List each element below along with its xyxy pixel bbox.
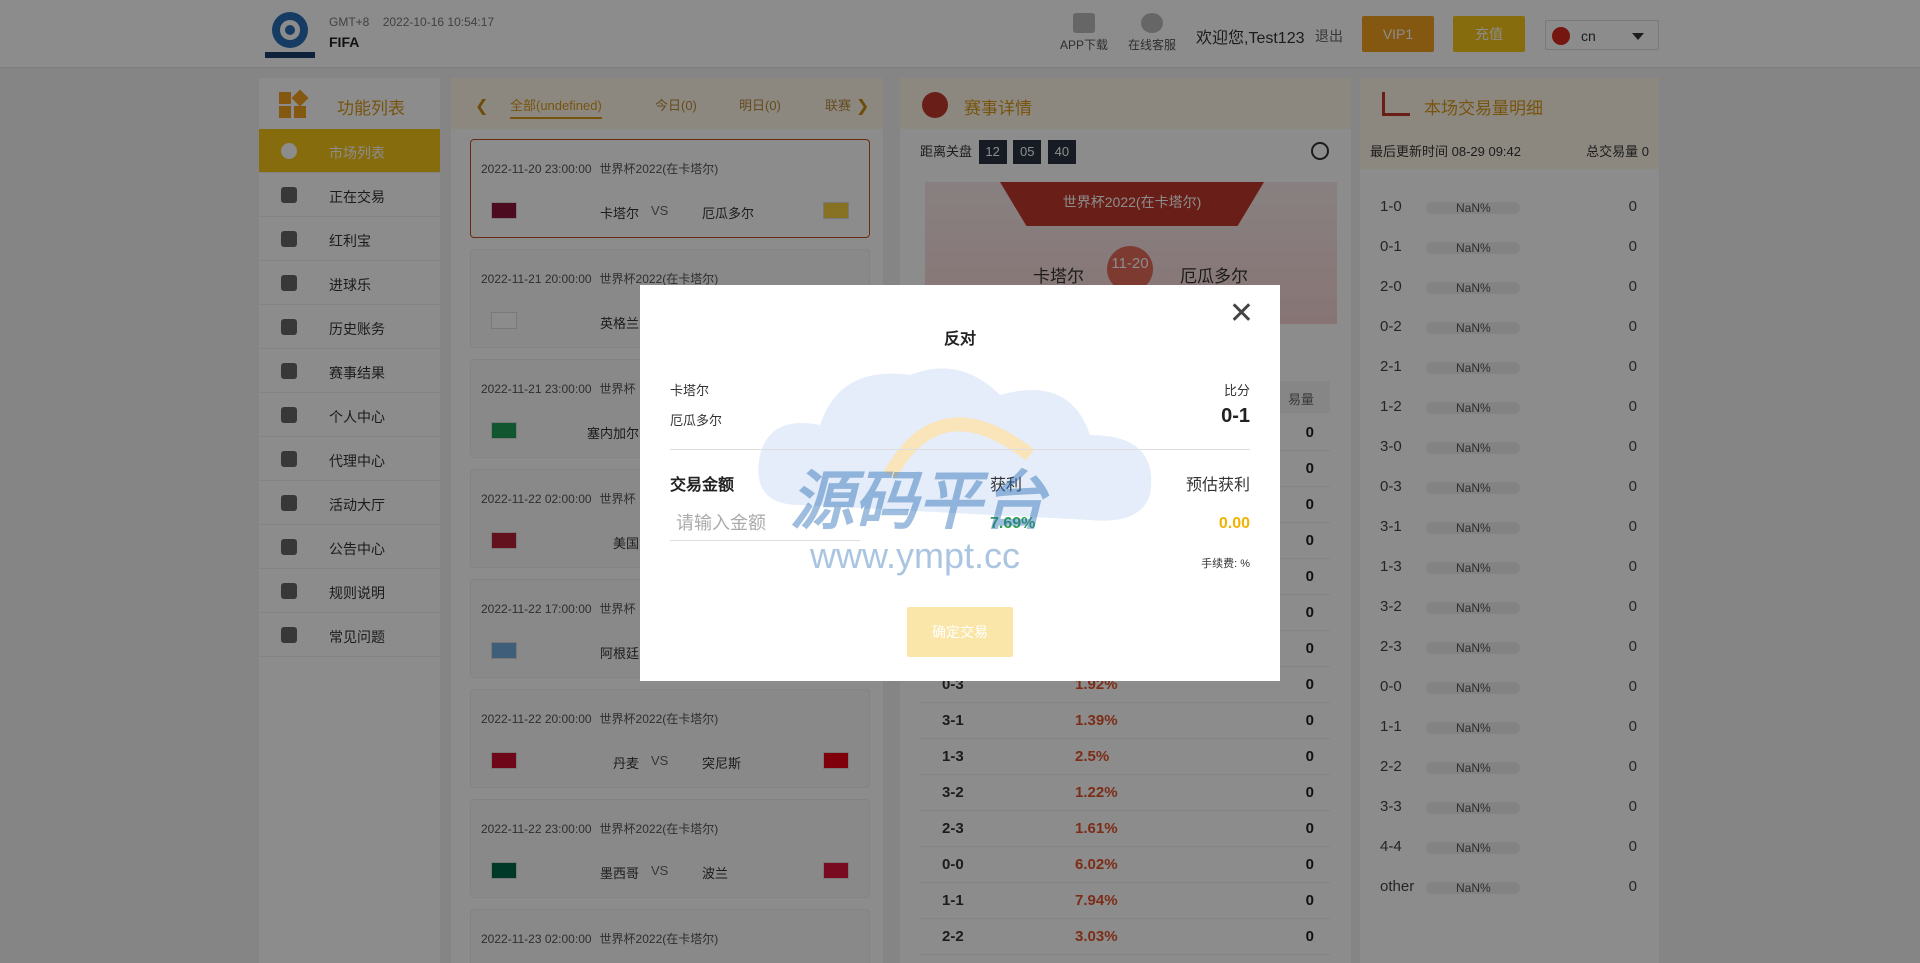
amount-label: 交易金额	[670, 477, 735, 494]
profit-value: 7.69%	[990, 515, 1036, 532]
dialog-home-team: 卡塔尔	[670, 383, 710, 398]
fee-text: 手续费: %	[1201, 558, 1250, 570]
dialog-title: 反对	[943, 331, 976, 348]
estimated-profit-label: 预估获利	[1185, 477, 1250, 494]
divider	[670, 449, 1250, 450]
score-label: 比分	[1223, 383, 1250, 398]
score-value: 0-1	[1221, 405, 1250, 427]
amount-input[interactable]	[670, 507, 860, 541]
watermark-url: www.ympt.cc	[810, 535, 1021, 576]
profit-label: 获利	[990, 477, 1023, 494]
dialog-away-team: 厄瓜多尔	[670, 413, 723, 428]
trade-dialog: ✕ 反对 卡塔尔 厄瓜多尔 比分 0-1 交易金额 获利 预估获利 7.69% …	[640, 285, 1280, 681]
estimated-profit-value: 0.00	[1218, 515, 1250, 532]
confirm-trade-button[interactable]: 确定交易	[907, 607, 1013, 657]
